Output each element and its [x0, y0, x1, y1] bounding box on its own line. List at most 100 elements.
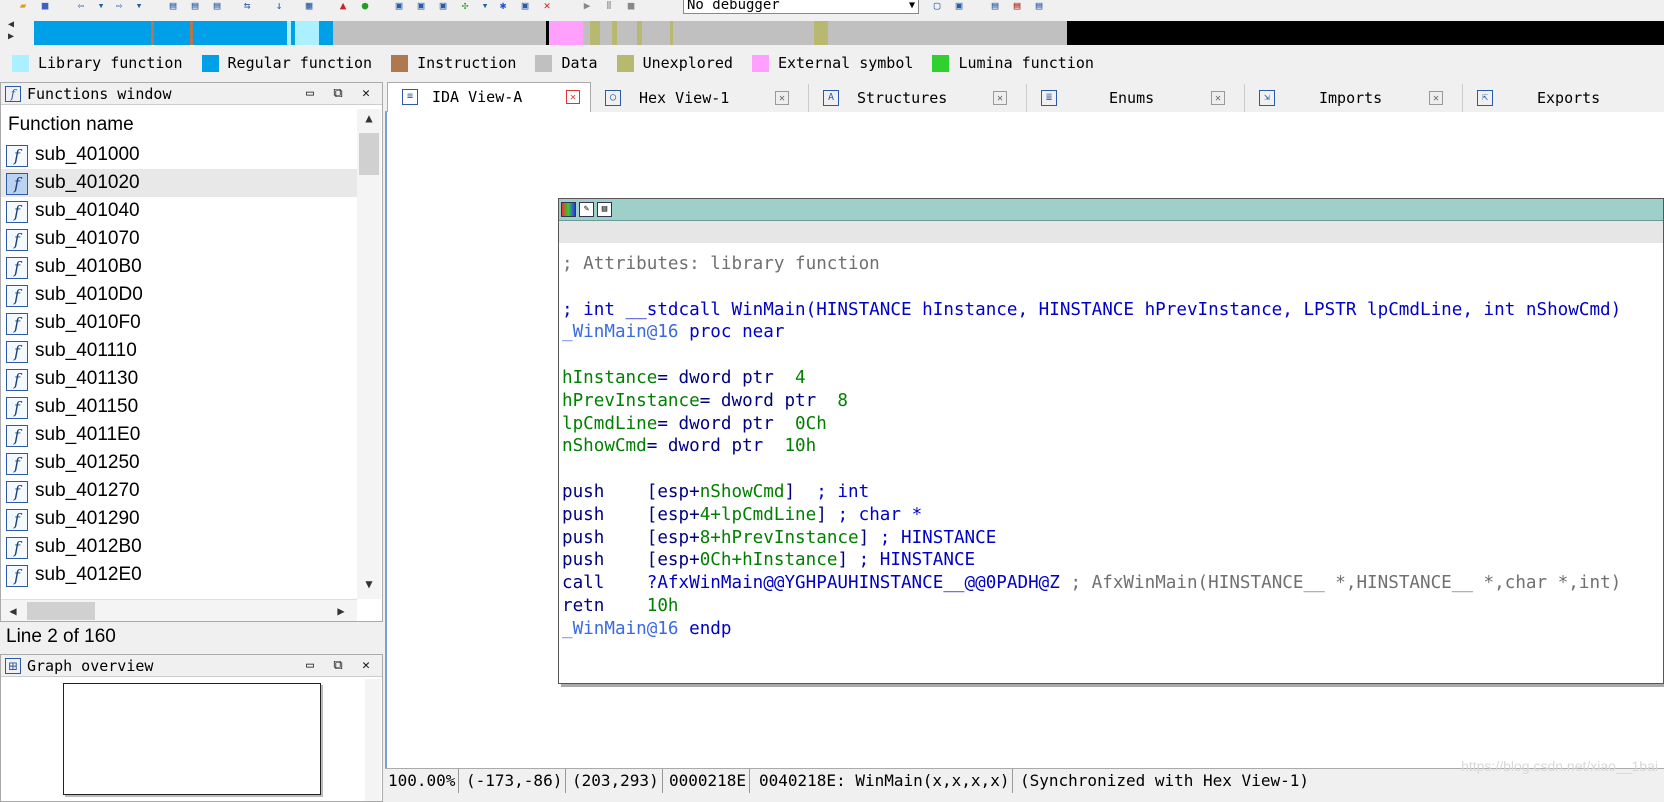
arg-name[interactable]: hInstance	[562, 368, 657, 388]
function-row[interactable]: f sub_401040	[1, 197, 357, 225]
scroll-right-icon[interactable]: ▶	[331, 600, 351, 622]
tab-enums[interactable]: ≣ Enums ✕	[1027, 84, 1245, 112]
graph-node-window[interactable]: ✎ ▤ ; Attributes: library function ; int…	[558, 198, 1664, 684]
function-row[interactable]: f sub_401150	[1, 393, 357, 421]
tab-ida-view-a[interactable]: ≡ IDA View-A ✕	[387, 82, 591, 113]
close-icon[interactable]: ✕	[357, 655, 375, 677]
graph-overview-title[interactable]: ⊞ Graph overview ▭ ⧉ ✕	[1, 655, 382, 677]
asterisk-icon[interactable]: ✱	[496, 0, 510, 12]
scroll-thumb[interactable]	[359, 133, 379, 175]
tab-imports[interactable]: ⇲ Imports ✕	[1245, 84, 1463, 112]
function-row[interactable]: f sub_401270	[1, 477, 357, 505]
arg-name[interactable]: nShowCmd	[562, 436, 647, 456]
detach-icon[interactable]: ▣	[952, 0, 966, 12]
tool3-icon[interactable]: ▤	[1032, 0, 1046, 12]
struct-icon[interactable]: ▣	[436, 0, 450, 12]
scroll-thumb-horizontal[interactable]	[27, 602, 95, 620]
play-icon[interactable]: ▶	[580, 0, 594, 12]
close-icon[interactable]: ✕	[1429, 91, 1443, 105]
proc-label[interactable]: _WinMain@16	[562, 322, 679, 342]
code-icon[interactable]: ▣	[392, 0, 406, 12]
pause-icon[interactable]: Ⅱ	[602, 0, 616, 12]
scroll-left-icon[interactable]: ◀	[3, 600, 23, 622]
save-icon[interactable]: ■	[38, 0, 52, 12]
horizontal-scrollbar[interactable]: ◀ ▶	[1, 599, 357, 621]
jump-down-icon[interactable]: ↓	[272, 0, 286, 12]
tool1-icon[interactable]: ▤	[988, 0, 1002, 12]
xref-icon[interactable]: ⇆	[240, 0, 254, 12]
function-row[interactable]: f sub_401000	[1, 141, 357, 169]
function-row[interactable]: f sub_401110	[1, 337, 357, 365]
operand-arg[interactable]: hInstance	[742, 550, 837, 570]
minimize-icon[interactable]: ▭	[301, 655, 319, 677]
debugger-select[interactable]: No debugger ▼	[683, 0, 919, 14]
function-row[interactable]: f sub_4010F0	[1, 309, 357, 337]
close-icon[interactable]: ✕	[357, 83, 375, 105]
column-header-function-name[interactable]: Function name	[1, 109, 357, 141]
close-icon[interactable]: ✕	[566, 90, 580, 104]
close-red-icon[interactable]: ✕	[540, 0, 554, 12]
run-icon[interactable]: ●	[358, 0, 372, 12]
graph-overview-canvas[interactable]	[63, 683, 321, 795]
function-row[interactable]: f sub_401250	[1, 449, 357, 477]
function-row[interactable]: f sub_4012B0	[1, 533, 357, 561]
close-icon[interactable]: ✕	[993, 91, 1007, 105]
forward-icon[interactable]: ⇨	[112, 0, 126, 12]
close-icon[interactable]: ✕	[1211, 91, 1225, 105]
float-icon[interactable]: ⧉	[329, 83, 347, 105]
close-icon[interactable]: ✕	[775, 91, 789, 105]
function-row[interactable]: f sub_4010B0	[1, 253, 357, 281]
tab-structures[interactable]: A Structures ✕	[809, 84, 1027, 112]
operand-arg[interactable]: nShowCmd	[700, 482, 785, 502]
nav-left-icon[interactable]: ◀	[8, 19, 32, 31]
operand-arg[interactable]: hPrevInstance	[721, 528, 859, 548]
navigation-band[interactable]	[34, 21, 1664, 45]
vertical-scrollbar[interactable]: ▲ ▼	[357, 109, 381, 599]
minimize-icon[interactable]: ▭	[301, 83, 319, 105]
warning-icon[interactable]: ▲	[336, 0, 350, 12]
binary-icon[interactable]: ▦	[302, 0, 316, 12]
tab-hex-view-1[interactable]: ◯ Hex View-1 ✕	[591, 84, 809, 112]
color-icon[interactable]	[561, 202, 576, 217]
function-row[interactable]: f sub_4012E0	[1, 561, 357, 589]
list2-icon[interactable]: ▤	[188, 0, 202, 12]
call-target[interactable]: ?AfxWinMain@@YGHPAUHINSTANCE__@@0PADH@Z	[647, 573, 1060, 593]
open-icon[interactable]: ▰	[16, 0, 30, 12]
list3-icon[interactable]: ▤	[210, 0, 224, 12]
functions-window-title[interactable]: f Functions window ▭ ⧉ ✕	[1, 83, 382, 105]
node-titlebar[interactable]: ✎ ▤	[559, 199, 1663, 221]
data-icon[interactable]: ▣	[414, 0, 428, 12]
float-icon[interactable]: ⧉	[329, 655, 347, 677]
nav-right-icon[interactable]: ▶	[8, 31, 32, 43]
graph-icon[interactable]: ✣	[458, 0, 472, 12]
graph-overview-scrollbar[interactable]	[365, 679, 381, 801]
scroll-up-icon[interactable]: ▲	[357, 111, 381, 131]
endp-label[interactable]: _WinMain@16	[562, 619, 679, 639]
stop-icon[interactable]: ■	[624, 0, 638, 12]
function-row[interactable]: f sub_401130	[1, 365, 357, 393]
graph-dropdown-icon[interactable]: ▾	[478, 0, 492, 12]
scroll-down-icon[interactable]: ▼	[357, 577, 381, 597]
back-dropdown-icon[interactable]: ▾	[94, 0, 108, 12]
disassembly-code[interactable]: ; Attributes: library function ; int __s…	[562, 253, 1621, 641]
list-icon[interactable]: ▤	[166, 0, 180, 12]
function-row[interactable]: f sub_401290	[1, 505, 357, 533]
function-row[interactable]: f sub_4010D0	[1, 281, 357, 309]
operand-arg[interactable]: lpCmdLine	[721, 505, 816, 525]
back-icon[interactable]: ⇦	[74, 0, 88, 12]
attach-icon[interactable]: ▢	[930, 0, 944, 12]
graph-overview-window: ⊞ Graph overview ▭ ⧉ ✕	[0, 654, 383, 802]
function-row[interactable]: f sub_4011E0	[1, 421, 357, 449]
nav-band-arrows[interactable]: ◀ ▶	[8, 19, 32, 45]
rename-icon[interactable]: ✎	[579, 202, 594, 217]
window-icon[interactable]: ▣	[518, 0, 532, 12]
function-icon: f	[6, 453, 28, 475]
tool2-icon[interactable]: ▤	[1010, 0, 1024, 12]
arg-name[interactable]: hPrevInstance	[562, 391, 700, 411]
function-row[interactable]: f sub_401020	[1, 169, 357, 197]
group-icon[interactable]: ▤	[597, 202, 612, 217]
arg-name[interactable]: lpCmdLine	[562, 414, 657, 434]
tab-exports[interactable]: ⇱ Exports	[1463, 84, 1664, 112]
function-row[interactable]: f sub_401070	[1, 225, 357, 253]
forward-dropdown-icon[interactable]: ▾	[132, 0, 146, 12]
